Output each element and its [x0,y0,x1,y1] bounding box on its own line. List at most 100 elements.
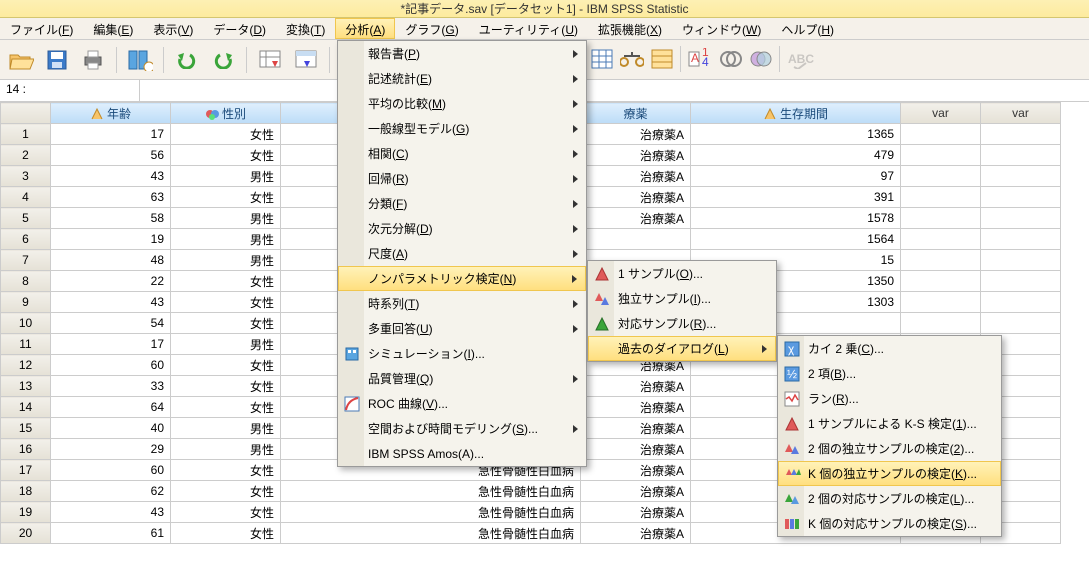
row-header[interactable]: 10 [1,313,51,334]
cell-sex[interactable]: 女性 [171,460,281,481]
cell-survival[interactable]: 479 [691,145,901,166]
menu-g[interactable]: グラフ(G) [395,18,468,39]
cell-age[interactable]: 22 [51,271,171,292]
cell-sex[interactable]: 男性 [171,229,281,250]
cell-sex[interactable]: 男性 [171,166,281,187]
cell-empty[interactable] [981,166,1061,187]
redo-icon[interactable] [208,45,238,75]
cell-age[interactable]: 62 [51,481,171,502]
menu-u[interactable]: ユーティリティ(U) [469,18,588,39]
cell-sex[interactable]: 女性 [171,502,281,523]
menu-item[interactable]: 品質管理(Q) [338,366,586,391]
cell-sex[interactable]: 男性 [171,208,281,229]
menu-item[interactable]: K 個の対応サンプルの検定(S)... [778,511,1001,536]
cell-empty[interactable] [981,271,1061,292]
cell-sex[interactable]: 女性 [171,187,281,208]
menu-item[interactable]: 対応サンプル(R)... [588,311,776,336]
open-icon[interactable] [6,45,36,75]
cell-survival[interactable]: 1578 [691,208,901,229]
menu-item[interactable]: 1 サンプル(O)... [588,261,776,286]
select-icon[interactable] [650,48,674,70]
row-header[interactable]: 11 [1,334,51,355]
cell-sex[interactable]: 女性 [171,355,281,376]
cell-age[interactable]: 43 [51,166,171,187]
cell-drug[interactable]: 治療薬A [581,418,691,439]
formula-input[interactable] [140,80,1089,101]
cell-age[interactable]: 63 [51,187,171,208]
cell-age[interactable]: 17 [51,124,171,145]
cell-drug[interactable]: 治療薬A [581,208,691,229]
menu-item[interactable]: 尺度(A) [338,241,586,266]
cell-survival[interactable]: 391 [691,187,901,208]
cell-drug[interactable]: 治療薬A [581,523,691,544]
cell-age[interactable]: 19 [51,229,171,250]
row-header[interactable]: 8 [1,271,51,292]
row-header[interactable]: 4 [1,187,51,208]
cell-survival[interactable]: 1365 [691,124,901,145]
cell-age[interactable]: 54 [51,313,171,334]
corner-cell[interactable] [1,103,51,124]
menu-item[interactable]: 一般線型モデル(G) [338,116,586,141]
cell-age[interactable]: 56 [51,145,171,166]
menu-d[interactable]: データ(D) [203,18,276,39]
cell-age[interactable]: 17 [51,334,171,355]
cell-sex[interactable]: 女性 [171,481,281,502]
row-header[interactable]: 6 [1,229,51,250]
cell-empty[interactable] [981,124,1061,145]
cell-drug[interactable]: 治療薬A [581,397,691,418]
row-header[interactable]: 1 [1,124,51,145]
row-header[interactable]: 13 [1,376,51,397]
menu-x[interactable]: 拡張機能(X) [588,18,672,39]
goto-var-icon[interactable] [291,45,321,75]
cell-drug[interactable]: 治療薬A [581,439,691,460]
sets2-icon[interactable] [749,48,773,70]
cell-sex[interactable]: 女性 [171,271,281,292]
cell-empty[interactable] [981,250,1061,271]
cell-sex[interactable]: 男性 [171,334,281,355]
goto-case-icon[interactable] [255,45,285,75]
row-header[interactable]: 3 [1,166,51,187]
menu-item[interactable]: ラン(R)... [778,386,1001,411]
row-header[interactable]: 20 [1,523,51,544]
menu-e[interactable]: 編集(E) [83,18,143,39]
menu-f[interactable]: ファイル(F) [0,18,83,39]
save-icon[interactable] [42,45,72,75]
menu-item[interactable]: 多重回答(U) [338,316,586,341]
spellcheck-icon[interactable]: ABC [786,49,814,69]
menu-item[interactable]: 過去のダイアログ(L) [588,336,776,361]
legacy-dialogs-submenu[interactable]: χカイ 2 乗(C)...½2 項(B)...ラン(R)...1 サンプルによる… [777,335,1002,537]
cell-sex[interactable]: 女性 [171,124,281,145]
cell-empty[interactable] [901,313,981,334]
cell-sex[interactable]: 女性 [171,397,281,418]
cell-sex[interactable]: 男性 [171,439,281,460]
row-header[interactable]: 18 [1,481,51,502]
row-header[interactable]: 16 [1,439,51,460]
cell-drug[interactable] [581,229,691,250]
menu-h[interactable]: ヘルプ(H) [771,18,844,39]
cell-age[interactable]: 40 [51,418,171,439]
nonparametric-submenu[interactable]: 1 サンプル(O)...独立サンプル(I)...対応サンプル(R)...過去のダ… [587,260,777,362]
value-labels-icon[interactable]: A14 [687,48,713,70]
cell-empty[interactable] [981,313,1061,334]
cell-age[interactable]: 60 [51,460,171,481]
menu-item[interactable]: 独立サンプル(I)... [588,286,776,311]
menu-item[interactable]: 1 サンプルによる K-S 検定(1)... [778,411,1001,436]
cell-empty[interactable] [901,187,981,208]
menu-item[interactable]: 記述統計(E) [338,66,586,91]
menu-item[interactable]: 平均の比較(M) [338,91,586,116]
menu-item[interactable]: 分類(F) [338,191,586,216]
col-header-survival[interactable]: 生存期間 [691,103,901,124]
cell-reference[interactable]: 14 : [0,80,140,101]
row-header[interactable]: 5 [1,208,51,229]
cell-age[interactable]: 33 [51,376,171,397]
col-header-age[interactable]: 年齢 [51,103,171,124]
cell-disease[interactable]: 急性骨髄性白血病 [281,481,581,502]
cell-drug[interactable]: 治療薬A [581,166,691,187]
menu-item[interactable]: 時系列(T) [338,291,586,316]
row-header[interactable]: 7 [1,250,51,271]
cell-empty[interactable] [901,250,981,271]
menu-item[interactable]: ノンパラメトリック検定(N) [338,266,586,291]
cell-drug[interactable]: 治療薬A [581,460,691,481]
row-header[interactable]: 15 [1,418,51,439]
cell-empty[interactable] [981,187,1061,208]
